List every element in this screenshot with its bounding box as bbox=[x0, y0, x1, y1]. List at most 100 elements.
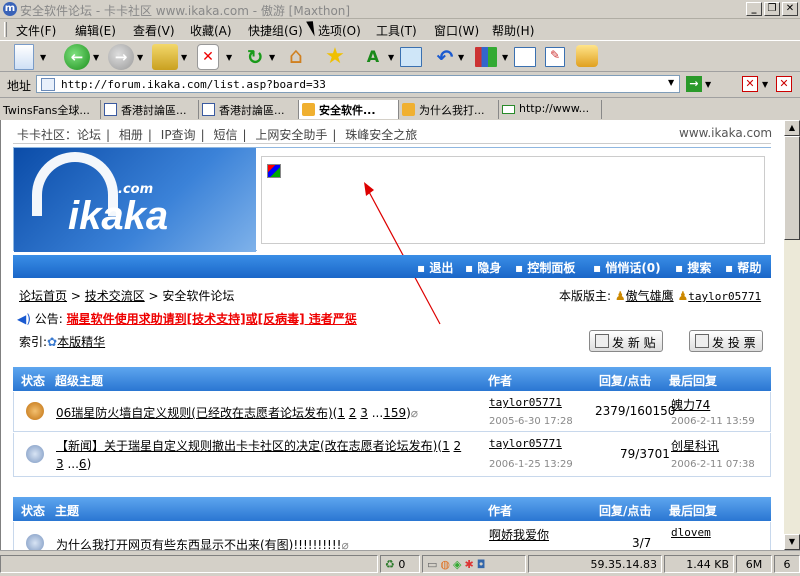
author-link[interactable]: taylor05771 bbox=[489, 437, 562, 450]
tab-http[interactable]: http://www... bbox=[499, 100, 602, 119]
edit-icon[interactable]: ✎ bbox=[545, 47, 565, 67]
nav-search[interactable]: ▪ 搜索 bbox=[675, 259, 711, 276]
last-reply-user[interactable]: 创星科讯 bbox=[671, 437, 719, 454]
toplink-forum[interactable]: 卡卡社区：论坛 bbox=[17, 128, 101, 142]
proxy-icon[interactable]: ◘ bbox=[477, 558, 489, 571]
maximize-button[interactable]: ❐ bbox=[764, 2, 780, 16]
forward-icon[interactable]: → bbox=[108, 44, 134, 70]
moderator-link[interactable]: 傲气雄鹰 bbox=[626, 289, 674, 303]
notes-icon[interactable] bbox=[576, 45, 598, 67]
scroll-down-icon[interactable]: ▼ bbox=[784, 534, 800, 550]
plugin-icon[interactable]: ▭ bbox=[427, 558, 440, 571]
undo-close-icon[interactable]: ↶ bbox=[432, 44, 458, 70]
forward-dropdown-icon[interactable]: ▼ bbox=[137, 53, 143, 62]
scroll-thumb[interactable] bbox=[784, 136, 800, 240]
menu-file[interactable]: 文件(F) bbox=[16, 22, 56, 39]
toplink-ip[interactable]: IP查询 bbox=[161, 128, 196, 142]
toplink-sms[interactable]: 短信 bbox=[213, 128, 237, 142]
vertical-scrollbar[interactable]: ▲ ▼ bbox=[784, 120, 800, 550]
menu-help[interactable]: 帮助(H) bbox=[492, 22, 534, 39]
page-link[interactable]: 6 bbox=[79, 457, 87, 471]
translate-icon[interactable]: A bbox=[360, 44, 386, 70]
breadcrumb-section[interactable]: 技术交流区 bbox=[85, 289, 145, 303]
columns-dropdown-icon[interactable]: ▼ bbox=[502, 53, 508, 62]
flash-icon[interactable]: ◍ bbox=[440, 558, 453, 571]
table-row[interactable]: 为什么我打开网页有些东西显示不出来(有图)!!!!!!!!!!⌀ 啊娇我爱你 3… bbox=[13, 522, 771, 550]
settings-icon[interactable]: ✱ bbox=[464, 558, 476, 571]
page-link[interactable]: 2 bbox=[454, 439, 462, 453]
toplink-album[interactable]: 相册 bbox=[119, 128, 143, 142]
table-row[interactable]: 06瑞星防火墙自定义规则(已经改在志愿者论坛发布)(1 2 3 ...159)⌀… bbox=[13, 392, 771, 432]
window-icon[interactable] bbox=[400, 47, 422, 67]
up-dropdown-icon[interactable]: ▼ bbox=[181, 53, 187, 62]
go-icon[interactable]: → bbox=[686, 76, 702, 92]
new-poll-button[interactable]: 发 投 票 bbox=[689, 330, 763, 352]
nav-messages[interactable]: ▪ 悄悄话(0) bbox=[593, 259, 661, 276]
digest-link[interactable]: 本版精华 bbox=[57, 335, 105, 349]
back-icon[interactable]: ← bbox=[64, 44, 90, 70]
page-link[interactable]: 3 bbox=[360, 406, 368, 420]
undo-dropdown-icon[interactable]: ▼ bbox=[458, 53, 464, 62]
home-icon[interactable]: ⌂ bbox=[283, 44, 309, 70]
page-link[interactable]: 3 bbox=[56, 457, 64, 471]
author-link[interactable]: 啊娇我爱你 bbox=[489, 526, 549, 543]
popup-blocker[interactable]: ♻ 0 bbox=[380, 555, 420, 573]
scroll-up-icon[interactable]: ▲ bbox=[784, 120, 800, 136]
nav-logout[interactable]: ▪ 退出 bbox=[417, 259, 453, 276]
close-tab-dropdown-icon[interactable]: ▼ bbox=[762, 80, 768, 89]
page-link[interactable]: 1 bbox=[442, 439, 450, 453]
new-post-button[interactable]: 发 新 贴 bbox=[589, 330, 663, 352]
announcement-link[interactable]: 瑞星软件使用求助请到[技术支持]或[反病毒] 违者严惩 bbox=[67, 312, 357, 326]
moderator-link[interactable]: taylor05771 bbox=[688, 290, 761, 303]
refresh-dropdown-icon[interactable]: ▼ bbox=[269, 53, 275, 62]
menu-view[interactable]: 查看(V) bbox=[133, 22, 175, 39]
columns-icon[interactable] bbox=[475, 47, 497, 67]
toplink-assistant[interactable]: 上网安全助手 bbox=[255, 128, 327, 142]
translate-dropdown-icon[interactable]: ▼ bbox=[388, 53, 394, 62]
topic-link[interactable]: 为什么我打开网页有些东西显示不出来(有图)!!!!!!!!!! bbox=[56, 538, 341, 550]
close-tab-icon[interactable]: ✕ bbox=[742, 76, 758, 92]
list-view-icon[interactable] bbox=[514, 47, 536, 67]
refresh-icon[interactable]: ↻ bbox=[242, 44, 268, 70]
tab-why-open[interactable]: 为什么我打... bbox=[399, 100, 499, 119]
page-link[interactable]: 2 bbox=[349, 406, 357, 420]
script-icon[interactable]: ◈ bbox=[453, 558, 464, 571]
menu-groups[interactable]: 快捷组(G) bbox=[248, 22, 303, 39]
menu-edit[interactable]: 编辑(E) bbox=[75, 22, 116, 39]
ikaka-logo[interactable]: .com ikaka bbox=[14, 148, 256, 252]
last-reply-user[interactable]: dlovem bbox=[671, 526, 711, 539]
favorites-star-icon[interactable]: ★ bbox=[322, 44, 348, 70]
nav-invisible[interactable]: ▪ 隐身 bbox=[465, 259, 501, 276]
nav-help[interactable]: ▪ 帮助 bbox=[725, 259, 761, 276]
page-link[interactable]: 1 bbox=[337, 406, 345, 420]
menu-favorites[interactable]: 收藏(A) bbox=[190, 22, 232, 39]
last-reply-user[interactable]: 魄力74 bbox=[671, 396, 710, 413]
back-dropdown-icon[interactable]: ▼ bbox=[93, 53, 99, 62]
breadcrumb-home[interactable]: 论坛首页 bbox=[19, 289, 67, 303]
tab-hk-forum-1[interactable]: 香港討論區... bbox=[101, 100, 199, 119]
tab-hk-forum-2[interactable]: 香港討論區... bbox=[199, 100, 299, 119]
close-all-icon[interactable]: ✕ bbox=[776, 76, 792, 92]
topic-link[interactable]: 06瑞星防火墙自定义规则(已经改在志愿者论坛发布) bbox=[56, 406, 333, 420]
go-dropdown-icon[interactable]: ▼ bbox=[705, 80, 711, 89]
close-button[interactable]: ✕ bbox=[782, 2, 798, 16]
toplink-everest[interactable]: 珠峰安全之旅 bbox=[345, 128, 417, 142]
new-page-icon[interactable] bbox=[14, 44, 34, 70]
menu-options[interactable]: 选项(O) bbox=[318, 22, 361, 39]
tab-security-software[interactable]: 安全软件... bbox=[299, 100, 399, 119]
stop-icon[interactable]: ✕ bbox=[197, 44, 219, 70]
table-row[interactable]: 【新闻】关于瑞星自定义规则撤出卡卡社区的决定(改在志愿者论坛发布)(1 2 3 … bbox=[13, 433, 771, 477]
up-folder-icon[interactable] bbox=[152, 44, 178, 70]
address-input[interactable]: http://forum.ikaka.com/list.asp?board=33 bbox=[36, 75, 680, 93]
address-dropdown-icon[interactable]: ▼ bbox=[668, 78, 674, 87]
topic-link[interactable]: 【新闻】关于瑞星自定义规则撤出卡卡社区的决定(改在志愿者论坛发布) bbox=[56, 439, 437, 453]
page-link[interactable]: 159 bbox=[383, 406, 406, 420]
menu-tools[interactable]: 工具(T) bbox=[376, 22, 417, 39]
nav-control-panel[interactable]: ▪ 控制面板 bbox=[515, 259, 575, 276]
new-page-dropdown-icon[interactable]: ▼ bbox=[40, 53, 46, 62]
tab-twinsfans[interactable]: TwinsFans全球... bbox=[0, 100, 101, 119]
menu-window[interactable]: 窗口(W) bbox=[434, 22, 479, 39]
stop-dropdown-icon[interactable]: ▼ bbox=[226, 53, 232, 62]
author-link[interactable]: taylor05771 bbox=[489, 396, 562, 409]
minimize-button[interactable]: _ bbox=[746, 2, 762, 16]
